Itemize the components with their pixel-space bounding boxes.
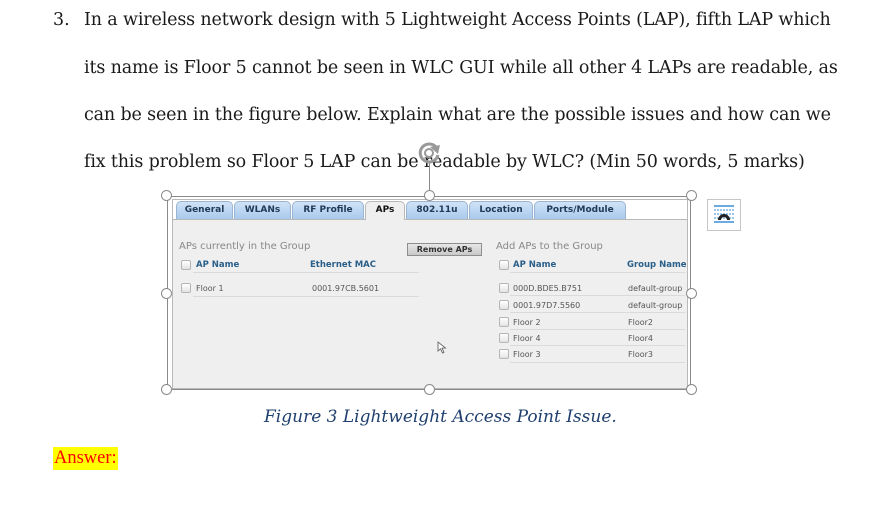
select-all-checkbox[interactable] bbox=[181, 260, 191, 270]
row-checkbox[interactable] bbox=[499, 349, 509, 359]
resize-handle-top[interactable] bbox=[424, 190, 435, 201]
tab-bar: General WLANs RF Profile APs 802.11u Loc… bbox=[173, 200, 687, 220]
question-number: 3. bbox=[53, 10, 70, 30]
add-group-title: Add APs to the Group bbox=[496, 241, 603, 252]
row-checkbox[interactable] bbox=[499, 317, 509, 327]
ap-name: Floor 1 bbox=[196, 284, 224, 293]
row-divider bbox=[510, 312, 685, 313]
row-divider bbox=[193, 296, 419, 297]
tab-rf-profile[interactable]: RF Profile bbox=[292, 201, 364, 219]
wlc-ap-group-figure: General WLANs RF Profile APs 802.11u Loc… bbox=[172, 199, 688, 389]
resize-handle-top-left[interactable] bbox=[161, 190, 172, 201]
header-divider bbox=[193, 272, 419, 273]
layout-options-button[interactable] bbox=[707, 199, 741, 231]
remove-aps-button[interactable]: Remove APs bbox=[407, 243, 482, 256]
row-divider bbox=[510, 345, 685, 346]
col-ethernet-mac: Ethernet MAC bbox=[310, 260, 376, 270]
tab-location[interactable]: Location bbox=[469, 201, 533, 219]
rotate-handle-icon[interactable] bbox=[416, 141, 444, 165]
resize-handle-right[interactable] bbox=[686, 288, 697, 299]
ethernet-mac: 0001.97CB.5601 bbox=[312, 284, 380, 293]
add-header-divider bbox=[510, 272, 685, 273]
col-ap-name: AP Name bbox=[196, 260, 240, 270]
col-group-name: Group Name bbox=[627, 260, 687, 270]
rotate-stem bbox=[429, 162, 430, 191]
row-checkbox[interactable] bbox=[499, 300, 509, 310]
figure-caption: Figure 3 Lightweight Access Point Issue. bbox=[264, 407, 617, 427]
add-select-all-checkbox[interactable] bbox=[499, 260, 509, 270]
row-checkbox[interactable] bbox=[499, 283, 509, 293]
group-name: Floor3 bbox=[628, 350, 653, 359]
row-checkbox[interactable] bbox=[181, 283, 191, 293]
ap-name: Floor 3 bbox=[513, 350, 541, 359]
tab-802-11u[interactable]: 802.11u bbox=[406, 201, 468, 219]
row-divider bbox=[510, 329, 685, 330]
resize-handle-bottom-left[interactable] bbox=[161, 384, 172, 395]
resize-handle-top-right[interactable] bbox=[686, 190, 697, 201]
row-checkbox[interactable] bbox=[499, 333, 509, 343]
ap-name: 000D.BDE5.B751 bbox=[513, 284, 583, 293]
col-add-ap-name: AP Name bbox=[513, 260, 557, 270]
resize-handle-bottom[interactable] bbox=[424, 384, 435, 395]
row-divider bbox=[510, 362, 685, 363]
resize-handle-left[interactable] bbox=[161, 288, 172, 299]
tab-general[interactable]: General bbox=[176, 201, 233, 219]
group-name: default-group bbox=[628, 301, 683, 310]
ap-name: Floor 4 bbox=[513, 334, 541, 343]
group-name: Floor2 bbox=[628, 318, 653, 327]
question-line-2: its name is Floor 5 cannot be seen in WL… bbox=[84, 58, 838, 78]
group-name: Floor4 bbox=[628, 334, 653, 343]
tab-wlans[interactable]: WLANs bbox=[234, 201, 291, 219]
mouse-cursor-icon bbox=[437, 341, 447, 354]
row-divider bbox=[510, 295, 685, 296]
question-line-4: fix this problem so Floor 5 LAP can be r… bbox=[84, 152, 805, 172]
question-line-3: can be seen in the figure below. Explain… bbox=[84, 105, 831, 125]
group-name: default-group bbox=[628, 284, 683, 293]
answer-label: Answer: bbox=[53, 447, 118, 470]
layout-options-icon bbox=[714, 205, 734, 223]
tab-aps[interactable]: APs bbox=[365, 201, 405, 220]
resize-handle-bottom-right[interactable] bbox=[686, 384, 697, 395]
ap-name: Floor 2 bbox=[513, 318, 541, 327]
current-group-title: APs currently in the Group bbox=[179, 241, 311, 252]
question-line-1: In a wireless network design with 5 Ligh… bbox=[84, 10, 831, 30]
tab-ports-module[interactable]: Ports/Module bbox=[534, 201, 626, 219]
ap-name: 0001.97D7.5560 bbox=[513, 301, 581, 310]
